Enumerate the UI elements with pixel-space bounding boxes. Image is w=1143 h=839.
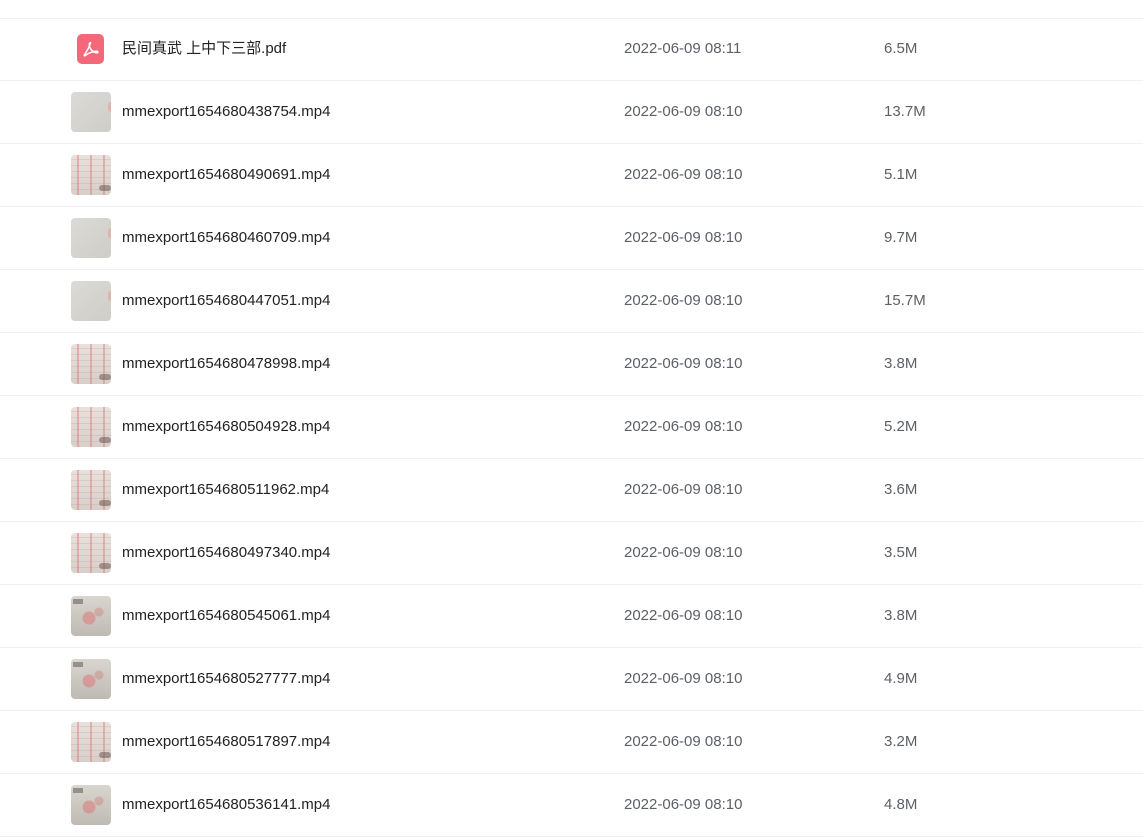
file-row[interactable]: 民间真武 上中下三部.pdf 2022-06-09 08:11 6.5M <box>0 18 1143 81</box>
file-date: 2022-06-09 08:10 <box>624 103 743 120</box>
file-name[interactable]: mmexport1654680517897.mp4 <box>122 711 330 773</box>
file-size: 4.9M <box>884 670 918 687</box>
file-row[interactable]: mmexport1654680490691.mp4 2022-06-09 08:… <box>0 144 1143 207</box>
file-date: 2022-06-09 08:10 <box>624 796 743 813</box>
file-name[interactable]: mmexport1654680438754.mp4 <box>122 81 330 143</box>
file-row[interactable]: mmexport1654680536141.mp4 2022-06-09 08:… <box>0 774 1143 837</box>
file-name[interactable]: mmexport1654680545061.mp4 <box>122 585 330 647</box>
file-list: 民间真武 上中下三部.pdf 2022-06-09 08:11 6.5M mme… <box>0 0 1143 839</box>
file-date: 2022-06-09 08:10 <box>624 670 743 687</box>
video-thumbnail[interactable] <box>71 155 111 195</box>
file-date: 2022-06-09 08:10 <box>624 355 743 372</box>
file-size: 3.8M <box>884 607 918 624</box>
video-thumbnail[interactable] <box>71 344 111 384</box>
file-name[interactable]: mmexport1654680447051.mp4 <box>122 270 330 332</box>
video-thumbnail[interactable] <box>71 92 111 132</box>
file-row[interactable]: mmexport1654680438754.mp4 2022-06-09 08:… <box>0 81 1143 144</box>
file-row[interactable]: mmexport1654680497340.mp4 2022-06-09 08:… <box>0 522 1143 585</box>
file-date: 2022-06-09 08:10 <box>624 292 743 309</box>
file-size: 3.2M <box>884 733 918 750</box>
file-row[interactable]: mmexport1654680478998.mp4 2022-06-09 08:… <box>0 333 1143 396</box>
video-thumbnail[interactable] <box>71 596 111 636</box>
file-size: 3.8M <box>884 355 918 372</box>
file-name[interactable]: mmexport1654680511962.mp4 <box>122 459 329 521</box>
video-thumbnail[interactable] <box>71 218 111 258</box>
file-date: 2022-06-09 08:10 <box>624 481 743 498</box>
file-name[interactable]: mmexport1654680490691.mp4 <box>122 144 330 206</box>
file-size: 15.7M <box>884 292 926 309</box>
file-size: 6.5M <box>884 40 918 57</box>
file-row[interactable]: mmexport1654680511962.mp4 2022-06-09 08:… <box>0 459 1143 522</box>
file-row[interactable]: mmexport1654680504928.mp4 2022-06-09 08:… <box>0 396 1143 459</box>
video-thumbnail[interactable] <box>71 281 111 321</box>
file-size: 9.7M <box>884 229 918 246</box>
file-row[interactable]: mmexport1654680527777.mp4 2022-06-09 08:… <box>0 648 1143 711</box>
video-thumbnail[interactable] <box>71 470 111 510</box>
video-thumbnail[interactable] <box>71 533 111 573</box>
file-row[interactable]: mmexport1654680517897.mp4 2022-06-09 08:… <box>0 711 1143 774</box>
file-date: 2022-06-09 08:10 <box>624 544 743 561</box>
file-name[interactable]: mmexport1654680504928.mp4 <box>122 396 330 458</box>
acrobat-glyph-icon <box>83 41 99 57</box>
file-date: 2022-06-09 08:10 <box>624 733 743 750</box>
file-date: 2022-06-09 08:10 <box>624 607 743 624</box>
file-name[interactable]: mmexport1654680497340.mp4 <box>122 522 330 584</box>
file-size: 3.5M <box>884 544 918 561</box>
file-row[interactable]: mmexport1654680545061.mp4 2022-06-09 08:… <box>0 585 1143 648</box>
file-date: 2022-06-09 08:11 <box>624 40 742 57</box>
file-size: 5.2M <box>884 418 918 435</box>
file-name[interactable]: mmexport1654680536141.mp4 <box>122 774 330 836</box>
file-row[interactable]: mmexport1654680447051.mp4 2022-06-09 08:… <box>0 270 1143 333</box>
file-date: 2022-06-09 08:10 <box>624 166 743 183</box>
video-thumbnail[interactable] <box>71 785 111 825</box>
video-thumbnail[interactable] <box>71 659 111 699</box>
file-size: 4.8M <box>884 796 918 813</box>
file-date: 2022-06-09 08:10 <box>624 229 743 246</box>
file-name[interactable]: mmexport1654680478998.mp4 <box>122 333 330 395</box>
file-row[interactable]: mmexport1654680460709.mp4 2022-06-09 08:… <box>0 207 1143 270</box>
file-size: 5.1M <box>884 166 918 183</box>
video-thumbnail[interactable] <box>71 407 111 447</box>
video-thumbnail[interactable] <box>71 722 111 762</box>
file-date: 2022-06-09 08:10 <box>624 418 743 435</box>
file-size: 3.6M <box>884 481 918 498</box>
pdf-icon <box>77 34 104 64</box>
file-name[interactable]: mmexport1654680460709.mp4 <box>122 207 330 269</box>
file-name[interactable]: 民间真武 上中下三部.pdf <box>122 18 286 80</box>
file-name[interactable]: mmexport1654680527777.mp4 <box>122 648 330 710</box>
file-size: 13.7M <box>884 103 926 120</box>
